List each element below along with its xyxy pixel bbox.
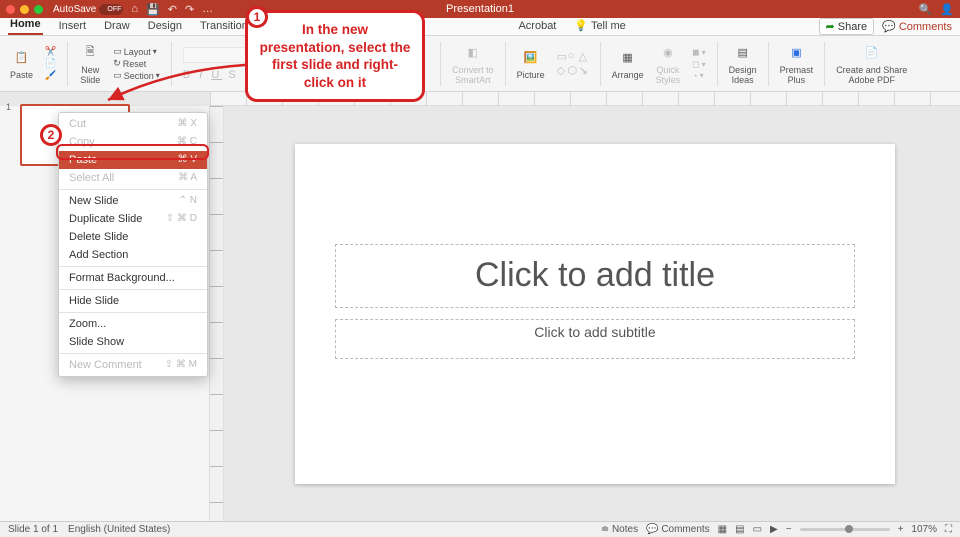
- slideshow-view-icon[interactable]: ▶: [770, 524, 778, 535]
- titlebar: AutoSave OFF ⌂ 💾 ↶ ↷ … Presentation1 🔍 👤: [0, 0, 960, 18]
- maximize-window-icon[interactable]: [34, 5, 43, 14]
- quick-access-toolbar: ⌂ 💾 ↶ ↷ …: [131, 3, 213, 16]
- annotation-badge-1: 1: [246, 6, 268, 28]
- sorter-view-icon[interactable]: ▤: [735, 524, 744, 535]
- slide-counter[interactable]: Slide 1 of 1: [8, 524, 58, 535]
- ctx-slide-show[interactable]: Slide Show: [59, 333, 207, 351]
- account-icon[interactable]: 👤: [940, 3, 954, 16]
- ctx-select-all[interactable]: Select All⌘ A: [59, 169, 207, 187]
- clipboard-small: ✂️ 📄 🖌️: [41, 46, 60, 81]
- qat-more-icon[interactable]: …: [202, 3, 213, 15]
- zoom-in-icon[interactable]: +: [898, 524, 904, 535]
- arrange-icon: ▦: [617, 47, 639, 69]
- quick-styles-button[interactable]: ◉ Quick Styles: [652, 42, 685, 86]
- comments-pane-button[interactable]: 💬 Comments: [646, 524, 710, 535]
- annotation-text: In the new presentation, select the firs…: [260, 22, 411, 90]
- zoom-out-icon[interactable]: −: [786, 524, 792, 535]
- ctx-paste[interactable]: Paste⌘ V: [59, 151, 207, 169]
- convert-smartart[interactable]: ◧ Convert to SmartArt: [448, 42, 498, 86]
- thumbnail-number: 1: [6, 102, 11, 112]
- ribbon-tabs: Home Insert Draw Design Transitions Anim…: [0, 18, 960, 36]
- titlebar-right: 🔍 👤: [919, 3, 954, 16]
- shape-effects-icon[interactable]: ◔ ▾: [692, 71, 703, 81]
- paste-group[interactable]: 📋 Paste: [6, 47, 37, 81]
- title-placeholder-text: Click to add title: [475, 256, 715, 295]
- status-bar: Slide 1 of 1 English (United States) ≐ N…: [0, 521, 960, 537]
- ctx-delete-slide[interactable]: Delete Slide: [59, 228, 207, 246]
- design-ideas-icon: ▤: [732, 42, 754, 64]
- autosave-switch[interactable]: OFF: [99, 4, 123, 15]
- picture-button[interactable]: 🖼️ Picture: [513, 47, 549, 81]
- normal-view-icon[interactable]: ▦: [718, 524, 727, 535]
- slide-editor: Click to add title Click to add subtitle: [210, 106, 960, 521]
- zoom-percent[interactable]: 107%: [911, 524, 937, 535]
- home-icon[interactable]: ⌂: [131, 3, 138, 15]
- subtitle-placeholder-text: Click to add subtitle: [534, 324, 655, 340]
- tell-me[interactable]: 💡 Tell me: [572, 17, 627, 35]
- annotation-badge-2: 2: [40, 124, 62, 146]
- tab-insert[interactable]: Insert: [57, 18, 89, 35]
- search-icon[interactable]: 🔍: [919, 3, 933, 16]
- ctx-add-section[interactable]: Add Section: [59, 246, 207, 264]
- document-title: Presentation1: [446, 3, 514, 15]
- shape-format: ◼ ▾ ◻ ▾ ◔ ▾: [688, 47, 710, 81]
- close-window-icon[interactable]: [6, 5, 15, 14]
- subtitle-placeholder[interactable]: Click to add subtitle: [335, 319, 855, 359]
- adobe-pdf-button[interactable]: 📄 Create and Share Adobe PDF: [832, 42, 911, 86]
- quick-styles-icon: ◉: [657, 42, 679, 64]
- undo-icon[interactable]: ↶: [168, 3, 177, 16]
- comments-button[interactable]: 💬Comments: [882, 20, 952, 33]
- annotation-arrow: [100, 60, 250, 110]
- arrange-button[interactable]: ▦ Arrange: [608, 47, 648, 81]
- vertical-ruler: [210, 106, 224, 521]
- minimize-window-icon[interactable]: [20, 5, 29, 14]
- redo-icon[interactable]: ↷: [185, 3, 194, 16]
- ctx-copy[interactable]: Copy⌘ C: [59, 133, 207, 151]
- ctx-new-slide[interactable]: New Slide⌃ N: [59, 192, 207, 210]
- layout-button[interactable]: ▭ Layout ▾: [113, 46, 157, 57]
- notes-button[interactable]: ≐ Notes: [601, 524, 638, 535]
- shapes-gallery[interactable]: ▭○△◇⬡↘: [553, 50, 593, 77]
- shape-fill-icon[interactable]: ◼ ▾: [692, 47, 706, 58]
- ctx-duplicate-slide[interactable]: Duplicate Slide⇧ ⌘ D: [59, 210, 207, 228]
- design-ideas-button[interactable]: ▤ Design Ideas: [725, 42, 761, 86]
- picture-icon: 🖼️: [520, 47, 542, 69]
- smartart-icon: ◧: [462, 42, 484, 64]
- ctx-format-background[interactable]: Format Background...: [59, 269, 207, 287]
- premast-icon: ▣: [785, 42, 807, 64]
- autosave-label: AutoSave: [53, 4, 96, 15]
- autosave-toggle[interactable]: AutoSave OFF: [53, 4, 123, 15]
- tab-acrobat[interactable]: Acrobat: [516, 18, 558, 35]
- ctx-hide-slide[interactable]: Hide Slide: [59, 292, 207, 310]
- ctx-new-comment[interactable]: New Comment⇧ ⌘ M: [59, 356, 207, 374]
- adobe-icon: 📄: [861, 42, 883, 64]
- save-icon[interactable]: 💾: [146, 3, 160, 16]
- tab-design[interactable]: Design: [146, 18, 184, 35]
- premast-button[interactable]: ▣ Premast Plus: [776, 42, 818, 86]
- comment-icon: 💬: [882, 20, 896, 33]
- zoom-slider[interactable]: [800, 528, 890, 531]
- zoom-thumb[interactable]: [845, 525, 853, 533]
- copy-icon[interactable]: 📄: [45, 58, 56, 69]
- language-indicator[interactable]: English (United States): [68, 524, 170, 535]
- reading-view-icon[interactable]: ▭: [753, 524, 762, 535]
- cut-icon[interactable]: ✂️: [45, 46, 56, 57]
- tab-home[interactable]: Home: [8, 16, 43, 35]
- share-icon: ➦: [826, 20, 835, 33]
- fit-to-window-icon[interactable]: ⛶: [945, 524, 952, 535]
- slide-canvas[interactable]: Click to add title Click to add subtitle: [295, 144, 895, 484]
- title-placeholder[interactable]: Click to add title: [335, 244, 855, 308]
- ctx-zoom[interactable]: Zoom...: [59, 315, 207, 333]
- share-button[interactable]: ➦Share: [819, 18, 875, 35]
- window-controls: [6, 5, 43, 14]
- annotation-callout: In the new presentation, select the firs…: [245, 10, 425, 102]
- new-slide-icon: 🗎: [79, 42, 101, 64]
- shape-outline-icon[interactable]: ◻ ▾: [692, 59, 706, 70]
- ctx-cut[interactable]: Cut⌘ X: [59, 115, 207, 133]
- format-painter-icon[interactable]: 🖌️: [45, 70, 56, 81]
- clipboard-icon: 📋: [11, 47, 33, 69]
- tab-draw[interactable]: Draw: [102, 18, 132, 35]
- context-menu: Cut⌘ X Copy⌘ C Paste⌘ V Select All⌘ A Ne…: [58, 112, 208, 377]
